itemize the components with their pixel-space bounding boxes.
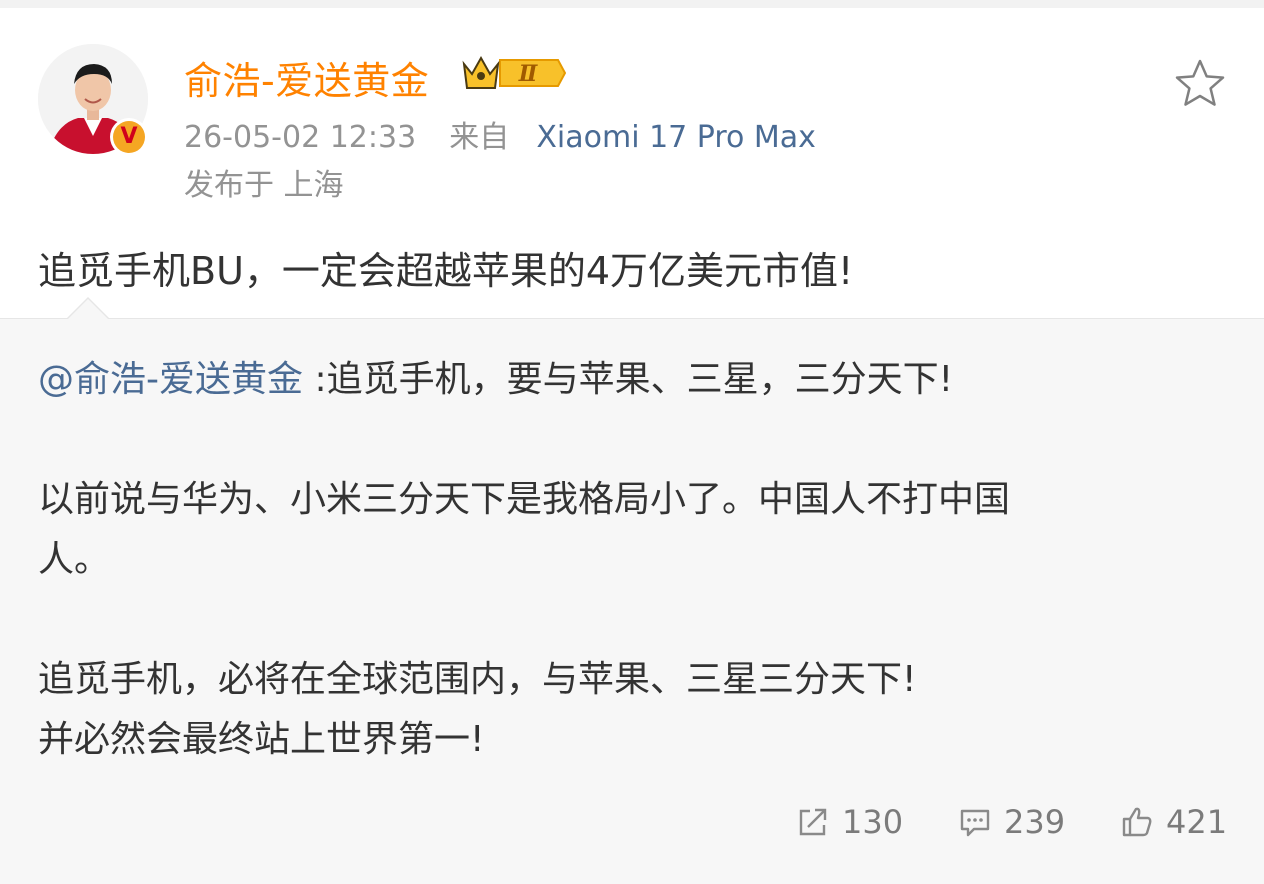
repost-card[interactable]: @俞浩-爱送黄金 :追觅手机，要与苹果、三星，三分天下! 以前说与华为、小米三分… (0, 297, 1264, 884)
star-outline-icon[interactable] (1174, 58, 1226, 110)
location: 发布于 上海 (184, 168, 344, 203)
repost-line-4: 追觅手机，必将在全球范围内，与苹果、三星三分天下! (38, 659, 917, 700)
like-count-button[interactable]: 421 (1120, 797, 1227, 847)
share-icon (799, 808, 827, 836)
repost-line-3: 人。 (38, 539, 111, 580)
post-meta: 26-05-02 12:33 来自 Xiaomi 17 Pro Max (184, 112, 816, 156)
like-count: 421 (1166, 803, 1228, 841)
mention-link[interactable]: @俞浩-爱送黄金 (38, 359, 303, 400)
timestamp: 26-05-02 12:33 (184, 120, 417, 155)
repost-line-1: @俞浩-爱送黄金 :追觅手机，要与苹果、三星，三分天下! (38, 355, 953, 405)
username[interactable]: 俞浩-爱送黄金 (184, 50, 429, 105)
device-link[interactable]: Xiaomi 17 Pro Max (536, 120, 816, 155)
thumbs-up-icon (1122, 807, 1152, 837)
repost-count: 130 (842, 803, 904, 841)
post-text: 追觅手机BU，一定会超越苹果的4万亿美元市值! (38, 249, 854, 293)
repost-line-1-text: :追觅手机，要与苹果、三星，三分天下! (303, 359, 954, 400)
vip-crown-badge-icon[interactable]: Ⅱ (460, 52, 566, 94)
vip-level-text: Ⅱ (518, 61, 539, 87)
repost-caret-fill (67, 299, 109, 320)
top-divider (0, 0, 1264, 8)
verified-badge: V (110, 118, 148, 156)
from-label: 来自 (449, 120, 510, 155)
verified-icon: V (113, 121, 145, 153)
repost-line-5: 并必然会最终站上世界第一! (38, 719, 485, 760)
repost-line-2: 以前说与华为、小米三分天下是我格局小了。中国人不打中国 (38, 479, 1011, 520)
comment-count: 239 (1004, 803, 1066, 841)
comment-icon (960, 809, 990, 837)
comment-count-button[interactable]: 239 (958, 797, 1065, 847)
repost-count-button[interactable]: 130 (796, 797, 903, 847)
